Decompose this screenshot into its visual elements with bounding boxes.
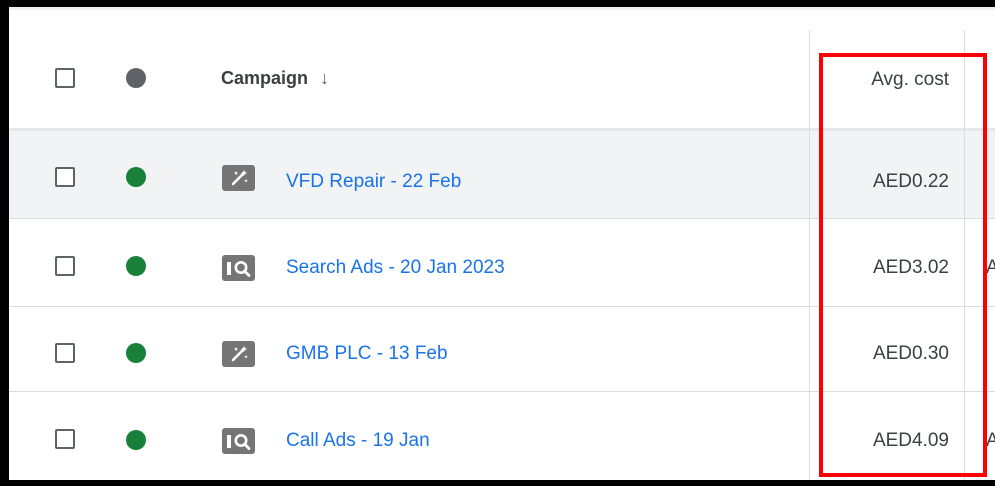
column-divider [964, 219, 965, 307]
status-enabled-icon [126, 167, 146, 187]
row-checkbox[interactable] [55, 429, 75, 449]
column-divider [809, 392, 810, 480]
campaign-name-link[interactable]: VFD Repair - 22 Feb [286, 171, 461, 193]
smart-campaign-icon [222, 341, 255, 367]
avg-cost-value: AED0.22 [872, 171, 949, 192]
column-divider [964, 392, 965, 480]
column-divider [809, 307, 810, 392]
status-enabled-icon [126, 343, 146, 363]
smart-campaign-icon [222, 165, 255, 191]
column-divider [809, 30, 810, 134]
table-row[interactable]: Call Ads - 19 Jan AED4.09 A [9, 392, 995, 480]
search-campaign-icon [222, 255, 255, 281]
campaign-name-link[interactable]: GMB PLC - 13 Feb [286, 343, 448, 365]
avg-cost-value: AED0.30 [872, 343, 949, 364]
table-row[interactable]: VFD Repair - 22 Feb AED0.22 [9, 131, 995, 219]
status-enabled-icon [126, 256, 146, 276]
campaign-table-screenshot: Campaign ↓ Avg. cost VFD Repair - 22 Feb … [0, 0, 995, 486]
status-header-icon [126, 68, 146, 88]
row-checkbox[interactable] [55, 167, 75, 187]
row-checkbox[interactable] [55, 256, 75, 276]
campaign-column-header[interactable]: Campaign ↓ [221, 68, 329, 89]
campaign-name-link[interactable]: Search Ads - 20 Jan 2023 [286, 257, 505, 279]
column-divider [809, 219, 810, 307]
next-column-value: A [986, 430, 995, 452]
table-row[interactable]: GMB PLC - 13 Feb AED0.30 [9, 307, 995, 392]
column-divider [964, 307, 965, 392]
next-column-value: A [986, 257, 995, 279]
table-row[interactable]: Search Ads - 20 Jan 2023 AED3.02 A [9, 219, 995, 307]
avg-cost-column-header[interactable]: Avg. cost [871, 69, 949, 91]
campaign-name-link[interactable]: Call Ads - 19 Jan [286, 430, 430, 452]
column-divider [809, 131, 810, 219]
select-all-checkbox[interactable] [55, 68, 75, 88]
arrow-down-icon[interactable]: ↓ [320, 68, 329, 89]
avg-cost-value: AED4.09 [872, 430, 949, 451]
search-campaign-icon [222, 428, 255, 454]
column-divider [964, 30, 965, 134]
table-header-row: Campaign ↓ Avg. cost [9, 7, 995, 134]
row-checkbox[interactable] [55, 343, 75, 363]
campaign-header-label: Campaign [221, 68, 309, 88]
status-enabled-icon [126, 430, 146, 450]
column-divider [964, 131, 965, 219]
avg-cost-value: AED3.02 [872, 257, 949, 278]
